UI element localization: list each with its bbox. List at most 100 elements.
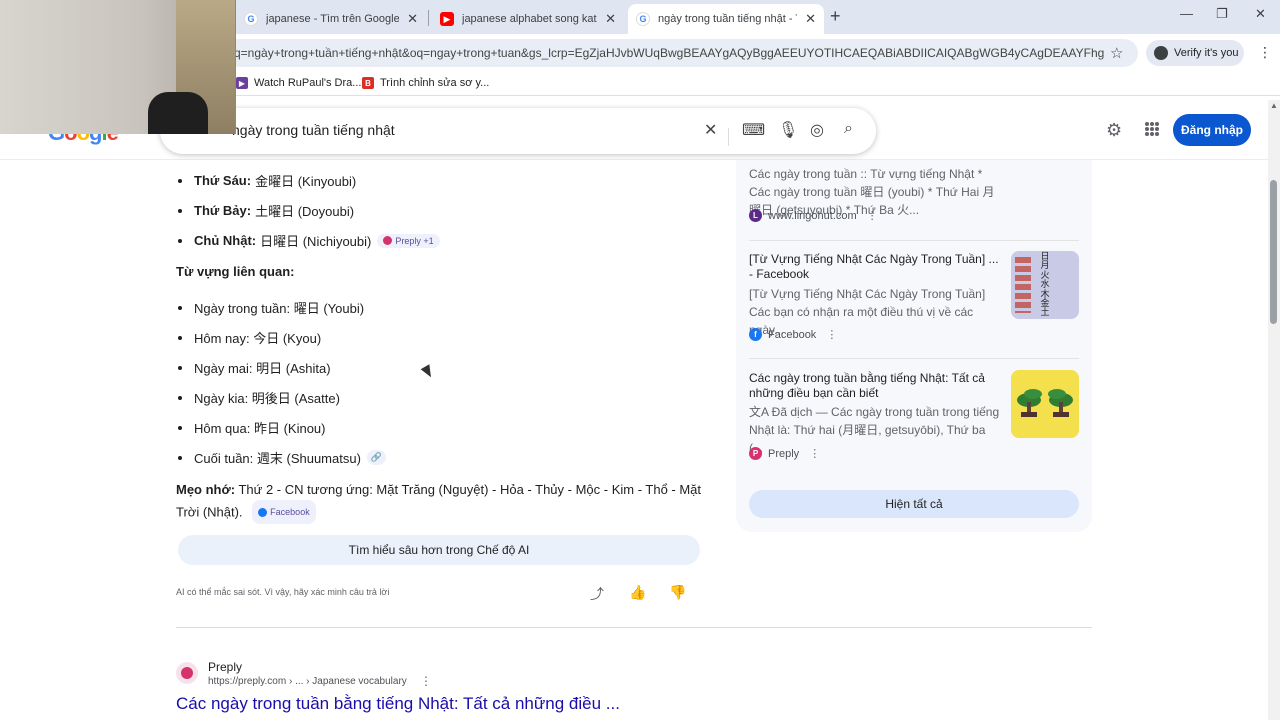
search-input[interactable]: ngày trong tuần tiếng nhật <box>232 122 395 138</box>
facebook-icon <box>258 507 268 517</box>
link-chip[interactable]: 🔗 <box>366 450 387 465</box>
source-title[interactable]: Các ngày trong tuần bằng tiếng Nhật: Tất… <box>749 371 999 401</box>
close-tab-icon[interactable]: ✕ <box>805 11 816 27</box>
day-text: 土曜日 (Doyoubi) <box>255 204 355 219</box>
list-item: Hôm nay: 今日 (Kyou) <box>176 328 321 347</box>
url-text[interactable]: q=ngày+trong+tuần+tiếng+nhật&oq=ngay+tro… <box>234 46 1104 60</box>
new-tab-button[interactable]: + <box>830 6 841 27</box>
sign-in-button[interactable]: Đăng nhập <box>1173 114 1251 146</box>
settings-gear-icon[interactable]: ⚙ <box>1106 120 1122 141</box>
day-text: 金曜日 (Kinyoubi) <box>255 174 357 189</box>
source-site[interactable]: P Preply ⋮ <box>749 447 820 460</box>
mouse-cursor <box>420 364 436 380</box>
source-menu-icon[interactable]: ⋮ <box>867 209 878 222</box>
keyboard-icon[interactable]: ⌨ <box>742 120 765 140</box>
source-site[interactable]: f Facebook ⋮ <box>749 328 837 341</box>
share-icon[interactable]: ⤴ <box>590 584 604 604</box>
show-all-button[interactable]: Hiện tất cả <box>749 490 1079 518</box>
restore-icon[interactable]: ❐ <box>1216 6 1228 22</box>
bookmark-label: Watch RuPaul's Dra... <box>254 77 362 89</box>
bookmark-item[interactable]: ▶ Watch RuPaul's Dra... <box>236 77 361 89</box>
day-label: Chủ Nhật: <box>194 233 257 248</box>
bonsai-image <box>1017 389 1073 417</box>
bullet <box>178 208 182 213</box>
tab-google-active[interactable]: G ngày trong tuần tiếng nhật - Tìm ✕ <box>628 4 824 34</box>
result-title-link[interactable]: Các ngày trong tuần bằng tiếng Nhật: Tất… <box>176 694 620 714</box>
related-text: Ngày kia: 明後日 (Asatte) <box>194 391 340 406</box>
bullet <box>178 455 182 460</box>
scroll-up-icon[interactable]: ▲ <box>1270 101 1278 110</box>
bullet <box>178 238 182 243</box>
thumbs-down-icon[interactable]: 👎 <box>669 584 686 601</box>
ai-disclaimer: AI có thể mắc sai sót. Vì vậy, hãy xác m… <box>176 587 390 597</box>
bullet <box>178 425 182 430</box>
source-divider <box>749 358 1079 359</box>
preply-icon: P <box>749 447 762 460</box>
browser-menu-icon[interactable]: ⋮ <box>1258 44 1272 61</box>
tab-google-japanese[interactable]: G japanese - Tìm trên Google ✕ <box>236 4 426 34</box>
section-divider <box>176 627 1092 628</box>
search-icon[interactable]: ⌕ <box>844 120 853 138</box>
bookmark-icon: ▶ <box>236 77 248 89</box>
day-label: Thứ Bảy: <box>194 203 252 218</box>
close-tab-icon[interactable]: ✕ <box>407 11 418 27</box>
source-chip[interactable]: Facebook <box>252 500 316 524</box>
scrollbar-thumb[interactable] <box>1270 180 1277 324</box>
minimize-icon[interactable]: — <box>1180 6 1193 21</box>
bullet <box>178 395 182 400</box>
tab-title: japanese alphabet song katakana <box>462 13 597 25</box>
source-menu-icon[interactable]: ⋮ <box>826 328 837 341</box>
facebook-icon: f <box>749 328 762 341</box>
source-divider <box>749 240 1079 241</box>
verify-profile-button[interactable]: Verify it's you <box>1146 40 1244 66</box>
preply-icon <box>383 236 393 245</box>
link-icon: 🔗 <box>370 452 383 462</box>
chip-label: Facebook <box>270 507 310 517</box>
day-text: 日曜日 (Nichiyoubi) <box>260 234 372 249</box>
related-text: Hôm qua: 昨日 (Kinou) <box>194 421 326 436</box>
source-menu-icon[interactable]: ⋮ <box>809 447 820 460</box>
list-item: Chủ Nhật: 日曜日 (Nichiyoubi) Preply +1 <box>176 231 440 250</box>
list-item: Ngày trong tuần: 曜日 (Youbi) <box>176 298 364 317</box>
tab-separator <box>428 10 429 26</box>
list-item: Ngày kia: 明後日 (Asatte) <box>176 388 340 407</box>
bookmark-star-icon[interactable]: ☆ <box>1110 44 1123 62</box>
result-menu-icon[interactable]: ⋮ <box>420 674 432 688</box>
verify-label: Verify it's you <box>1174 47 1239 59</box>
lens-icon[interactable]: ◎ <box>810 120 824 140</box>
microphone-icon[interactable]: 🎙 <box>778 120 798 140</box>
ai-mode-button[interactable]: Tìm hiểu sâu hơn trong Chế độ AI <box>178 535 700 565</box>
source-thumbnail[interactable]: 日 月 火 水 木 金 土 <box>1011 251 1079 319</box>
apps-grid-icon[interactable] <box>1145 122 1159 136</box>
result-url[interactable]: https://preply.com › ... › Japanese voca… <box>208 676 407 687</box>
list-item: Thứ Bảy: 土曜日 (Doyoubi) <box>176 201 354 220</box>
bookmark-icon: B <box>362 77 374 89</box>
bullet <box>178 178 182 183</box>
source-site-label: Facebook <box>768 328 817 341</box>
tip-label: Mẹo nhớ: <box>176 482 236 497</box>
webcam-overlay <box>0 0 236 134</box>
source-title[interactable]: [Từ Vựng Tiếng Nhật Các Ngày Trong Tuần]… <box>749 252 999 282</box>
close-tab-icon[interactable]: ✕ <box>605 11 616 27</box>
related-text: Ngày trong tuần: 曜日 (Youbi) <box>194 301 365 316</box>
kanji-column: 日 月 火 水 木 金 土 <box>1040 252 1050 319</box>
thumbs-up-icon[interactable]: 👍 <box>629 584 646 601</box>
related-heading: Từ vựng liên quan: <box>176 264 295 279</box>
source-chip[interactable]: Preply +1 <box>377 233 440 248</box>
source-thumbnail[interactable] <box>1011 370 1079 438</box>
bookmark-label: Trình chỉnh sửa sơ y... <box>380 77 490 89</box>
search-divider <box>728 128 729 146</box>
bullet <box>178 365 182 370</box>
bookmark-item[interactable]: B Trình chỉnh sửa sơ y... <box>362 77 489 89</box>
result-site-name[interactable]: Preply <box>208 660 242 674</box>
source-site[interactable]: L www.lingohut.com ⋮ <box>749 209 878 222</box>
clear-search-icon[interactable]: ✕ <box>704 120 717 140</box>
memory-tip: Mẹo nhớ: Thứ 2 - CN tương ứng: Mặt Trăng… <box>176 480 706 524</box>
profile-avatar <box>1154 46 1168 60</box>
list-item: Ngày mai: 明日 (Ashita) <box>176 358 331 377</box>
tab-youtube-katakana[interactable]: ▶ japanese alphabet song katakana ✕ <box>432 4 624 34</box>
day-label: Thứ Sáu: <box>194 173 252 188</box>
close-window-icon[interactable]: ✕ <box>1255 6 1266 22</box>
google-icon: G <box>244 12 258 26</box>
list-item: Cuối tuần: 週末 (Shuumatsu) 🔗 <box>176 448 387 467</box>
